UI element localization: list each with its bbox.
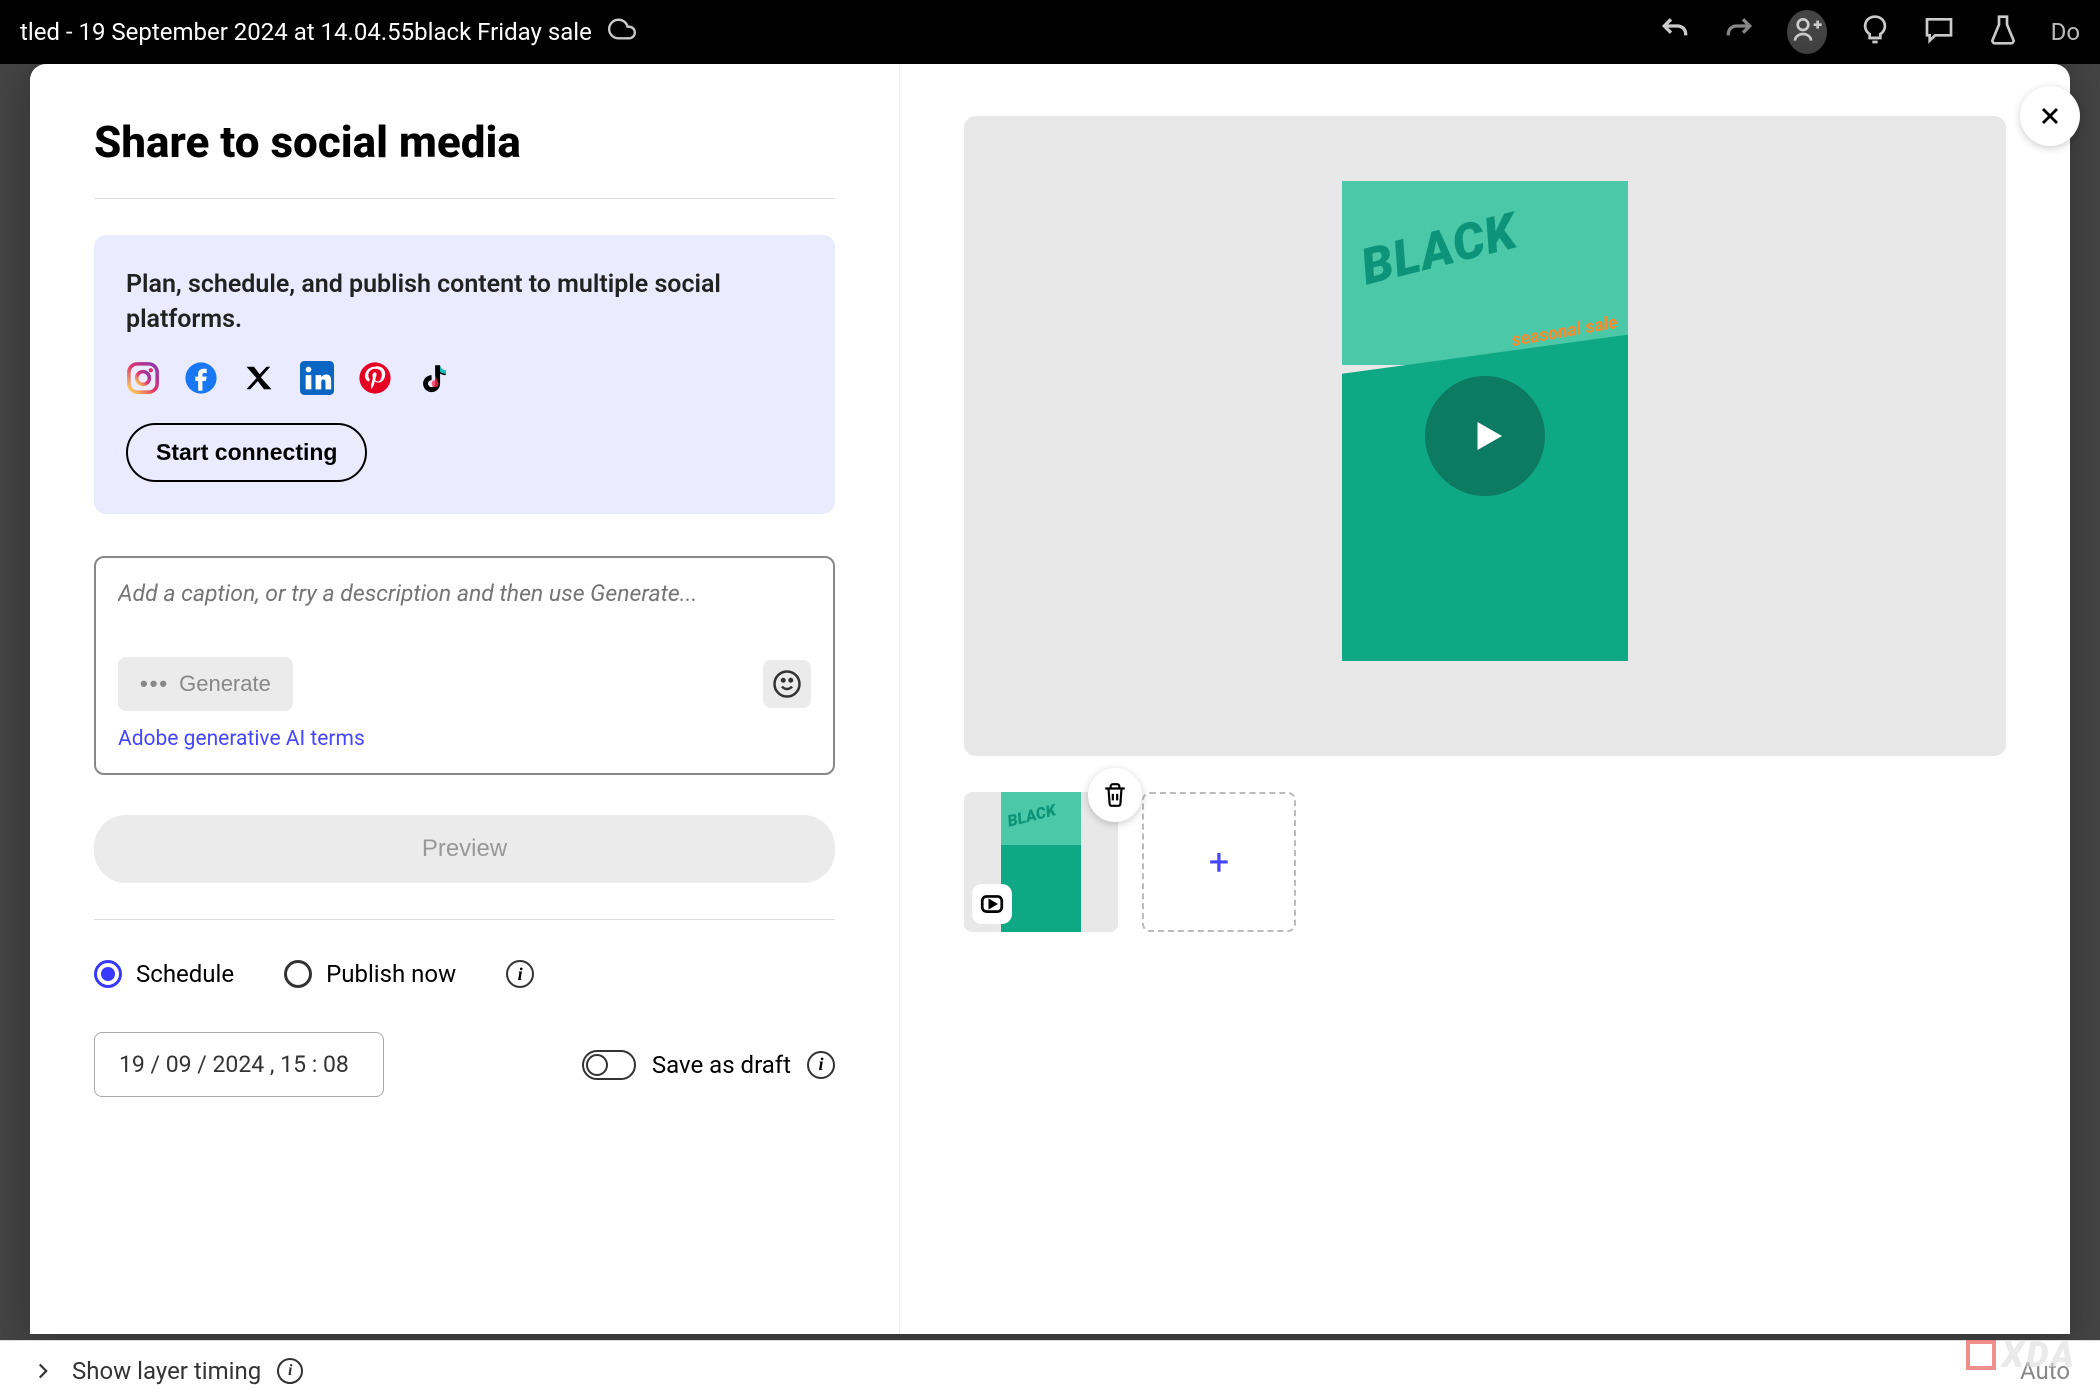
share-right-panel: BLACK seasonal sale BLACK [900, 64, 2070, 1334]
video-preview: BLACK seasonal sale [1342, 181, 1628, 691]
chevron-icon[interactable] [30, 1358, 56, 1384]
add-media-button[interactable]: + [1142, 792, 1296, 932]
ai-terms-link[interactable]: Adobe generative AI terms [118, 727, 365, 751]
publish-now-radio[interactable]: Publish now [284, 960, 456, 988]
download-button-partial[interactable]: Do [2051, 18, 2080, 46]
comment-icon[interactable] [1923, 14, 1955, 50]
modal-title: Share to social media [94, 116, 835, 199]
cloud-sync-icon[interactable] [608, 15, 636, 49]
show-layer-timing-label[interactable]: Show layer timing [72, 1357, 261, 1385]
video-badge-icon [972, 884, 1012, 924]
caption-input[interactable] [118, 580, 811, 607]
connect-social-box: Plan, schedule, and publish content to m… [94, 235, 835, 514]
caption-input-box: ••• Generate Adobe generative AI terms [94, 556, 835, 775]
thumbnail-item[interactable]: BLACK [964, 792, 1118, 932]
linkedin-icon [300, 361, 334, 395]
social-platform-icons [126, 361, 803, 395]
undo-icon[interactable] [1659, 14, 1691, 50]
save-draft-label: Save as draft [652, 1051, 791, 1079]
document-title: tled - 19 September 2024 at 14.04.55blac… [20, 18, 592, 46]
x-twitter-icon [242, 361, 276, 395]
preview-button[interactable]: Preview [94, 815, 835, 883]
tiktok-icon [416, 361, 450, 395]
divider [94, 919, 835, 920]
generate-label: Generate [179, 671, 271, 697]
thumbnails-row: BLACK + [964, 792, 2006, 932]
play-button[interactable] [1425, 376, 1545, 496]
datetime-input[interactable]: 19 / 09 / 2024 , 15 : 08 [94, 1032, 384, 1097]
timing-info-icon[interactable]: i [277, 1358, 303, 1384]
bottom-bar: Show layer timing i Auto [0, 1340, 2100, 1400]
video-preview-area: BLACK seasonal sale [964, 116, 2006, 756]
schedule-row: 19 / 09 / 2024 , 15 : 08 Save as draft i [94, 1032, 835, 1097]
connect-description: Plan, schedule, and publish content to m… [126, 267, 803, 337]
pinterest-icon [358, 361, 392, 395]
schedule-radio[interactable]: Schedule [94, 960, 234, 988]
xda-watermark: XDA [1966, 1334, 2076, 1376]
close-button[interactable] [2020, 86, 2080, 146]
save-draft-toggle[interactable] [582, 1050, 636, 1080]
beaker-icon[interactable] [1987, 14, 2019, 50]
add-user-icon[interactable] [1787, 10, 1827, 54]
schedule-label: Schedule [136, 960, 234, 988]
dots-icon: ••• [140, 671, 169, 697]
publish-now-label: Publish now [326, 960, 456, 988]
share-left-panel: Share to social media Plan, schedule, an… [30, 64, 900, 1334]
lightbulb-icon[interactable] [1859, 14, 1891, 50]
info-icon[interactable]: i [506, 960, 534, 988]
app-top-bar: tled - 19 September 2024 at 14.04.55blac… [0, 0, 2100, 64]
delete-thumbnail-button[interactable] [1088, 768, 1142, 822]
draft-info-icon[interactable]: i [807, 1051, 835, 1079]
redo-icon[interactable] [1723, 14, 1755, 50]
emoji-button[interactable] [763, 660, 811, 708]
facebook-icon [184, 361, 218, 395]
share-modal: Share to social media Plan, schedule, an… [30, 64, 2070, 1334]
generate-button[interactable]: ••• Generate [118, 657, 293, 711]
start-connecting-button[interactable]: Start connecting [126, 423, 367, 482]
publish-options: Schedule Publish now i [94, 960, 835, 988]
instagram-icon [126, 361, 160, 395]
